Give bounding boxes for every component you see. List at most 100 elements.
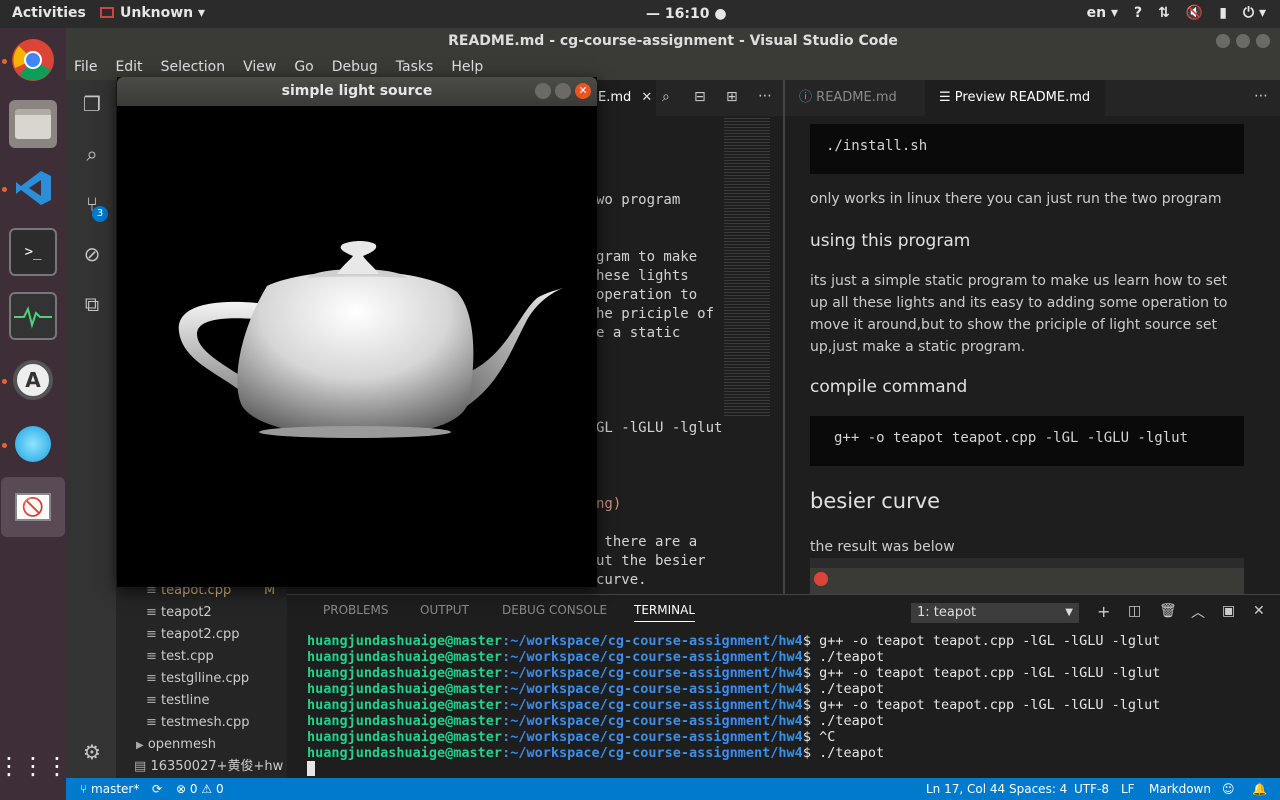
app-icon[interactable] xyxy=(9,420,57,468)
explorer-file-list: ≡ teapot.cpp M ≡ teapot2 ≡ teapot2.cpp ≡… xyxy=(116,580,287,778)
tab-readme-source[interactable]: E.md ✕ xyxy=(596,80,656,116)
help-icon[interactable]: ? xyxy=(1134,5,1142,21)
cursor-position[interactable]: Ln 17, Col 44 xyxy=(926,778,1005,800)
system-tray[interactable]: en ▾ ? ⇅ 🔇 ▮ ⏻ ▾ xyxy=(1087,5,1266,21)
code-line: GL -lGLU -lglut xyxy=(596,420,723,436)
tab-readme[interactable]: ⓘ README.md xyxy=(785,80,921,116)
tab-problems[interactable]: PROBLEMS xyxy=(323,603,389,617)
running-indicator xyxy=(2,443,7,448)
more-actions-icon[interactable]: ⋯ xyxy=(758,88,772,104)
files-icon[interactable] xyxy=(9,100,57,148)
tab-output[interactable]: OUTPUT xyxy=(420,603,469,617)
trash-icon[interactable]: 🗑 xyxy=(1159,603,1177,619)
search-icon[interactable]: ⌕ xyxy=(79,142,105,168)
teapot-render xyxy=(178,241,563,438)
folder-item-openmesh[interactable]: ▶ openmesh xyxy=(136,734,216,756)
open-preview-icon[interactable]: ⌕ xyxy=(662,89,670,105)
tab-debug-console[interactable]: DEBUG CONSOLE xyxy=(502,603,607,617)
close-button[interactable]: ✕ xyxy=(575,83,591,99)
minimize-button[interactable] xyxy=(1216,34,1230,48)
list-item[interactable]: ≡ testmesh.cpp xyxy=(146,712,249,734)
code-line: wo program xyxy=(596,192,681,208)
show-applications-icon[interactable]: ⋮⋮⋮ xyxy=(0,742,69,790)
extensions-icon[interactable]: ⧉ xyxy=(79,292,105,318)
language-mode[interactable]: Markdown xyxy=(1149,778,1211,800)
scm-badge: 3 xyxy=(92,206,108,222)
indentation[interactable]: Spaces: 4 xyxy=(1009,778,1067,800)
error-icon: ⊗ xyxy=(176,782,187,796)
bottom-panel: PROBLEMS OUTPUT DEBUG CONSOLE TERMINAL 1… xyxy=(287,594,1280,778)
markdown-preview[interactable]: ./install.sh only works in linux there y… xyxy=(785,116,1280,594)
no-entry-icon: 🚫 xyxy=(21,496,45,518)
notification-dot-icon: ● xyxy=(714,6,727,22)
split-editor-icon[interactable]: ⊞ xyxy=(726,89,738,105)
open-preview-side-icon[interactable]: ⊟ xyxy=(694,89,706,105)
terminal-path: :~/workspace/cg-course-assignment/hw4 xyxy=(502,665,803,681)
close-button[interactable] xyxy=(1256,34,1270,48)
teapot-base xyxy=(259,426,451,438)
encoding[interactable]: UTF-8 xyxy=(1074,778,1109,800)
language-label: en xyxy=(1086,5,1107,21)
vscode-logo xyxy=(16,171,51,205)
list-item[interactable]: ▤ 16350027+黄俊+hw3... xyxy=(134,756,284,778)
maximize-button[interactable] xyxy=(555,83,571,99)
chevron-up-icon[interactable]: ︿ xyxy=(1191,602,1205,622)
problems-indicator[interactable]: ⊗ 0 ⚠ 0 xyxy=(176,778,224,800)
git-branch-icon: ⑂ xyxy=(80,782,88,796)
more-actions-icon[interactable]: ⋯ xyxy=(1254,88,1268,104)
terminal-path: :~/workspace/cg-course-assignment/hw4 xyxy=(502,713,803,729)
notifications-icon[interactable]: 🔔 xyxy=(1252,778,1267,800)
power-menu-icon[interactable]: ⏻ ▾ xyxy=(1243,5,1266,21)
info-icon: ⓘ xyxy=(799,90,813,105)
feedback-icon[interactable]: ☺ xyxy=(1222,778,1235,800)
list-item[interactable]: ≡ testline xyxy=(146,690,209,712)
branch-indicator[interactable]: ⑂ master* xyxy=(80,778,139,800)
minimize-button[interactable] xyxy=(535,83,551,99)
file-cabinet-shape xyxy=(15,109,51,139)
list-item[interactable]: ≡ teapot2 xyxy=(146,602,212,624)
line-ending[interactable]: LF xyxy=(1121,778,1135,800)
terminal-line: huangjundashuaige@master:~/workspace/cg-… xyxy=(307,729,835,745)
minimap[interactable] xyxy=(724,116,770,416)
close-icon[interactable]: ✕ xyxy=(641,90,652,105)
list-item[interactable]: ≡ test.cpp xyxy=(146,646,214,668)
language-indicator[interactable]: en ▾ xyxy=(1087,5,1118,21)
code-block-compile: g++ -o teapot teapot.cpp -lGL -lGLU -lgl… xyxy=(810,416,1244,466)
updater-glyph: A xyxy=(13,360,53,400)
vscode-icon[interactable] xyxy=(9,164,57,212)
code-line: ut the besier xyxy=(596,553,706,569)
network-icon[interactable]: ⇅ xyxy=(1158,5,1170,21)
split-terminal-icon[interactable]: ◫ xyxy=(1128,603,1141,619)
editor-tabs-right: ⓘ README.md ☰ Preview README.md ✕ ⋯ xyxy=(785,80,1280,141)
terminal-icon[interactable]: >_ xyxy=(9,228,57,276)
tab-terminal[interactable]: TERMINAL xyxy=(634,603,696,622)
tab-preview-readme[interactable]: ☰ Preview README.md ✕ xyxy=(925,80,1105,141)
terminal-select[interactable]: 1: teapot ▼ xyxy=(911,603,1079,623)
window-title: README.md - cg-course-assignment - Visua… xyxy=(448,33,898,49)
menu-file[interactable]: File xyxy=(74,54,97,80)
maximize-button[interactable] xyxy=(1236,34,1250,48)
battery-icon[interactable]: ▮ xyxy=(1219,5,1227,21)
toggle-panel-icon[interactable]: ▣ xyxy=(1222,603,1235,619)
system-monitor-icon[interactable] xyxy=(9,292,57,340)
list-item[interactable]: ≡ teapot2.cpp xyxy=(146,624,239,646)
terminal-line: huangjundashuaige@master:~/workspace/cg-… xyxy=(307,713,884,729)
activities-button[interactable]: Activities xyxy=(12,5,86,21)
opengl-window[interactable]: simple light source ✕ xyxy=(117,77,597,587)
gear-icon[interactable]: ⚙ xyxy=(79,740,105,766)
activity-bar: ❐ ⌕ ⑂ 3 ⊘ ⧉ ⚙ xyxy=(66,80,116,778)
close-panel-icon[interactable]: ✕ xyxy=(1253,603,1265,619)
app-menu[interactable]: Unknown ▾ xyxy=(100,5,205,21)
explorer-icon[interactable]: ❐ xyxy=(79,92,105,118)
chrome-icon[interactable] xyxy=(9,36,57,84)
opengl-window-titlebar[interactable]: simple light source ✕ xyxy=(117,77,597,106)
terminal-path: :~/workspace/cg-course-assignment/hw4 xyxy=(502,649,803,665)
blocked-app-icon[interactable]: 🚫 xyxy=(1,477,65,537)
clock[interactable]: — 16:10 ● xyxy=(646,6,727,22)
add-terminal-icon[interactable]: + xyxy=(1097,602,1110,621)
debug-icon[interactable]: ⊘ xyxy=(79,242,105,268)
volume-mute-icon[interactable]: 🔇 xyxy=(1186,5,1203,21)
list-item[interactable]: ≡ testglline.cpp xyxy=(146,668,249,690)
sync-icon[interactable]: ⟳ xyxy=(152,778,162,800)
software-updater-icon[interactable]: A xyxy=(9,356,57,404)
